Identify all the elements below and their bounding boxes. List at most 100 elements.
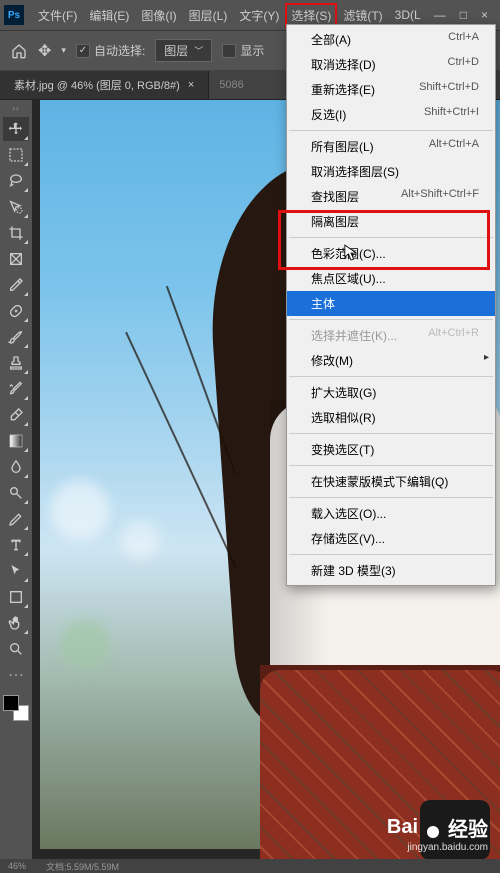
menu-item: 选择并遮住(K)... Alt+Ctrl+R xyxy=(287,323,495,348)
dropdown-caret-icon[interactable]: ▾ xyxy=(61,45,66,56)
paw-icon xyxy=(422,818,444,838)
cursor-icon xyxy=(344,244,358,262)
zoom-level[interactable]: 46% xyxy=(8,861,26,871)
gradient-tool[interactable] xyxy=(3,429,29,453)
menu-item[interactable]: 修改(M) xyxy=(287,348,495,373)
menu-item[interactable]: 焦点区域(U)... xyxy=(287,266,495,291)
healing-tool[interactable] xyxy=(3,299,29,323)
maximize-button[interactable]: □ xyxy=(460,8,467,22)
close-button[interactable]: × xyxy=(481,8,488,22)
marquee-tool[interactable] xyxy=(3,143,29,167)
history-brush-tool[interactable] xyxy=(3,377,29,401)
minimize-button[interactable]: — xyxy=(434,8,446,22)
tab-title: 素材.jpg @ 46% (图层 0, RGB/8#) xyxy=(14,77,180,93)
frame-tool[interactable] xyxy=(3,247,29,271)
menu-separator xyxy=(289,376,493,377)
menu-item[interactable]: 存储选区(V)... xyxy=(287,526,495,551)
menu-separator xyxy=(289,237,493,238)
menu-separator xyxy=(289,465,493,466)
menu-image[interactable]: 图像(I) xyxy=(135,3,182,28)
menu-item-shortcut: Shift+Ctrl+I xyxy=(424,106,479,123)
menu-item[interactable]: 反选(I) Shift+Ctrl+I xyxy=(287,102,495,127)
menu-item-label: 焦点区域(U)... xyxy=(311,270,386,287)
path-select-tool[interactable] xyxy=(3,559,29,583)
menu-3d[interactable]: 3D(L xyxy=(389,4,427,26)
auto-select-label: 自动选择: xyxy=(94,42,145,59)
menu-item-label: 取消选择(D) xyxy=(311,56,376,73)
menu-item-shortcut: Alt+Ctrl+A xyxy=(429,138,479,155)
move-tool[interactable] xyxy=(3,117,29,141)
menu-item[interactable]: 隔离图层 xyxy=(287,209,495,234)
menu-item[interactable]: 查找图层Alt+Shift+Ctrl+F xyxy=(287,184,495,209)
crop-tool[interactable] xyxy=(3,221,29,245)
menu-item[interactable]: 全部(A)Ctrl+A xyxy=(287,27,495,52)
show-transform-checkbox[interactable]: 显示 xyxy=(222,42,264,59)
menu-item-label: 载入选区(O)... xyxy=(311,505,386,522)
menu-item[interactable]: 色彩范围(C)... xyxy=(287,241,495,266)
select-menu-dropdown: 全部(A)Ctrl+A取消选择(D)Ctrl+D 重新选择(E) Shift+Ctr… xyxy=(286,24,496,586)
menu-item[interactable]: 变换选区(T) xyxy=(287,437,495,462)
menu-item-label: 扩大选取(G) xyxy=(311,384,376,401)
pen-tool[interactable] xyxy=(3,507,29,531)
foreground-color-swatch[interactable] xyxy=(3,695,19,711)
blur-tool[interactable] xyxy=(3,455,29,479)
menu-layer[interactable]: 图层(L) xyxy=(183,3,234,28)
menu-item[interactable]: 取消选择图层(S) xyxy=(287,159,495,184)
menu-separator xyxy=(289,319,493,320)
menu-separator xyxy=(289,130,493,131)
eraser-tool[interactable] xyxy=(3,403,29,427)
document-tab-2[interactable]: 5086 xyxy=(209,73,253,97)
menu-item[interactable]: 所有图层(L) Alt+Ctrl+A xyxy=(287,134,495,159)
menu-item[interactable]: 重新选择(E) Shift+Ctrl+D xyxy=(287,77,495,102)
document-tab-active[interactable]: 素材.jpg @ 46% (图层 0, RGB/8#) × xyxy=(0,71,209,99)
combo-value: 图层 xyxy=(164,42,188,59)
menu-item[interactable]: 选取相似(R) xyxy=(287,405,495,430)
stamp-tool[interactable] xyxy=(3,351,29,375)
menu-file[interactable]: 文件(F) xyxy=(32,3,83,28)
target-combobox[interactable]: 图层 ﹀ xyxy=(155,39,212,62)
brush-tool[interactable] xyxy=(3,325,29,349)
menu-item-label: 所有图层(L) xyxy=(311,138,374,155)
quick-select-tool[interactable] xyxy=(3,195,29,219)
zoom-tool[interactable] xyxy=(3,637,29,661)
menu-separator xyxy=(289,433,493,434)
show-label: 显示 xyxy=(240,42,264,59)
panel-grip-icon[interactable]: ›› xyxy=(12,104,19,113)
menu-type[interactable]: 文字(Y) xyxy=(233,3,285,28)
shape-tool[interactable] xyxy=(3,585,29,609)
menu-item[interactable]: 在快速蒙版模式下编辑(Q) xyxy=(287,469,495,494)
checkbox-icon xyxy=(222,44,236,58)
watermark-brand: Bai xyxy=(387,816,418,839)
type-tool[interactable] xyxy=(3,533,29,557)
menu-item-label: 取消选择图层(S) xyxy=(311,163,399,180)
home-icon[interactable] xyxy=(10,43,28,59)
auto-select-checkbox[interactable]: ✓ 自动选择: xyxy=(76,42,145,59)
lasso-tool[interactable] xyxy=(3,169,29,193)
status-bar: 46% 文档:5.59M/5.59M xyxy=(0,859,500,873)
menu-item[interactable]: 主体 xyxy=(287,291,495,316)
menu-item-label: 选择并遮住(K)... xyxy=(311,327,397,344)
menu-item-label: 新建 3D 模型(3) xyxy=(311,562,396,579)
menu-item-shortcut: Alt+Ctrl+R xyxy=(428,327,479,344)
move-tool-icon: ✥ xyxy=(38,41,51,61)
color-swatches[interactable] xyxy=(3,695,29,721)
menu-item-label: 反选(I) xyxy=(311,106,346,123)
menu-item-label: 存储选区(V)... xyxy=(311,530,385,547)
menu-item[interactable]: 取消选择(D)Ctrl+D xyxy=(287,52,495,77)
eyedropper-tool[interactable] xyxy=(3,273,29,297)
edit-toolbar[interactable]: ⋯ xyxy=(3,663,29,687)
menu-item-label: 重新选择(E) xyxy=(311,81,375,98)
menu-item[interactable]: 新建 3D 模型(3) xyxy=(287,558,495,583)
menu-item[interactable]: 载入选区(O)... xyxy=(287,501,495,526)
window-controls: — □ × xyxy=(434,8,496,22)
menu-item-shortcut: Shift+Ctrl+D xyxy=(419,81,479,98)
menu-edit[interactable]: 编辑(E) xyxy=(83,3,135,28)
hand-tool[interactable] xyxy=(3,611,29,635)
close-tab-icon[interactable]: × xyxy=(188,79,194,91)
dodge-tool[interactable] xyxy=(3,481,29,505)
document-size: 文档:5.59M/5.59M xyxy=(46,860,119,873)
menu-item[interactable]: 扩大选取(G) xyxy=(287,380,495,405)
app-logo: Ps xyxy=(4,5,24,25)
chevron-down-icon: ﹀ xyxy=(194,44,203,57)
watermark: Bai 经验 jingyan.baidu.com xyxy=(387,813,488,853)
